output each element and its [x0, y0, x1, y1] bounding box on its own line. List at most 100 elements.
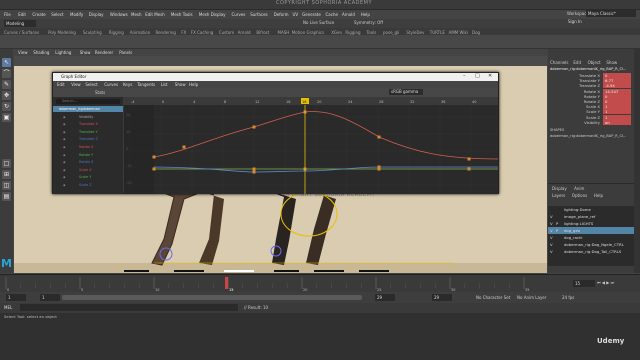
minimize-icon[interactable]: – — [463, 73, 466, 79]
shelf-tab-14[interactable]: Rigging — [345, 30, 360, 35]
move-tool-icon[interactable]: ✥ — [2, 91, 11, 100]
select-tool-icon[interactable]: ↖ — [2, 58, 11, 67]
graph-editor-menu-item-0[interactable]: Edit — [57, 82, 65, 87]
graph-editor-titlebar[interactable]: Graph Editor – □ ✕ — [53, 73, 498, 81]
outliner-channel-row[interactable]: ◉ Visibility — [53, 114, 123, 120]
eye-icon[interactable]: ◉ — [63, 152, 66, 158]
shelf-tab-4[interactable]: Animation — [130, 30, 150, 35]
outliner-channel-row[interactable]: ◉ Translate Z — [53, 136, 123, 142]
graph-editor-menu-item-8[interactable]: Help — [189, 82, 198, 87]
graph-area[interactable]: -4048121620242832364020100-10-2016 — [124, 97, 498, 194]
range-bar[interactable] — [62, 295, 362, 300]
eye-icon[interactable]: ◉ — [63, 174, 66, 180]
layout-two-icon[interactable]: ◫ — [2, 181, 11, 190]
layer-row[interactable]: Vimage_plane_ref — [548, 213, 634, 220]
live-surface-label[interactable]: No Live Surface — [303, 20, 334, 25]
shelf-tab-15[interactable]: Tools — [367, 30, 377, 35]
mel-label[interactable]: MEL — [4, 305, 12, 310]
current-frame-field[interactable]: 15 — [573, 280, 595, 287]
layer-editor-tab-0[interactable]: Display — [552, 186, 567, 191]
eye-icon[interactable]: ◉ — [63, 121, 66, 127]
range-end-field[interactable]: 29 — [375, 294, 395, 301]
layer-row[interactable]: Vdoberman_rig:Dog_Tail_CTRLS — [548, 248, 634, 255]
shelf-tab-8[interactable]: Custom — [219, 30, 234, 35]
layer-editor-menu-item-0[interactable]: Layers — [552, 193, 565, 198]
layout-side-icon[interactable]: ▤ — [2, 192, 11, 201]
shelf-tab-17[interactable]: StyleDev — [406, 30, 424, 35]
color-space-select[interactable]: sRGB gamma — [389, 89, 423, 95]
rotate-tool-icon[interactable]: ↻ — [2, 102, 11, 111]
layer-editor-menu-item-2[interactable]: Help — [594, 193, 603, 198]
layer-visibility-toggle[interactable]: V — [550, 227, 553, 234]
eye-icon[interactable]: ◉ — [63, 144, 66, 150]
layer-visibility-toggle[interactable]: V — [550, 241, 553, 248]
graph-editor-menu-item-4[interactable]: Keys — [123, 82, 132, 87]
main-menu-item-18[interactable]: Help — [361, 12, 370, 17]
shelf-tab-2[interactable]: Sculpting — [83, 30, 102, 35]
main-menu-item-2[interactable]: Create — [32, 12, 45, 17]
shelf-tab-11[interactable]: MASH — [278, 30, 290, 35]
layer-row[interactable]: lighting:Dome — [548, 206, 634, 213]
layer-visibility-toggle[interactable]: V — [550, 220, 553, 227]
shelf-tab-18[interactable]: TURTLE — [430, 30, 445, 35]
shelf-tab-12[interactable]: Motion Graphics — [292, 30, 325, 35]
shelf-tab-1[interactable]: Poly Modeling — [48, 30, 76, 35]
main-menu-item-0[interactable]: File — [4, 12, 11, 17]
graph-editor-menu-item-6[interactable]: List — [161, 82, 168, 87]
main-menu-item-13[interactable]: Deform — [274, 12, 289, 17]
channel-box-tab-0[interactable]: Channels — [550, 60, 569, 65]
layout-single-icon[interactable]: □ — [2, 159, 11, 168]
main-menu-item-11[interactable]: Curves — [232, 12, 246, 17]
outliner-channel-row[interactable]: ◉ Scale Z — [53, 182, 123, 188]
outliner-channel-row[interactable]: ◉ Translate Y — [53, 129, 123, 135]
workspace-select[interactable]: Maya Classic* — [586, 10, 636, 17]
eye-icon[interactable]: ◉ — [63, 114, 66, 120]
layer-visibility-toggle[interactable]: V — [550, 213, 553, 220]
graph-editor-menu-item-5[interactable]: Tangents — [137, 82, 155, 87]
shelf-tab-0[interactable]: Curves / Surfaces — [4, 30, 39, 35]
main-menu-item-15[interactable]: Generate — [302, 12, 321, 17]
layer-visibility-toggle[interactable]: V — [550, 234, 553, 241]
layer-playback-toggle[interactable]: P — [556, 227, 558, 234]
timeline-ruler[interactable]: 0 5 10 15 20 25 30 3515 — [4, 275, 584, 293]
shelf-tab-10[interactable]: Bifrost — [256, 30, 269, 35]
layer-editor-menu-item-1[interactable]: Options — [572, 193, 587, 198]
shelf-tab-7[interactable]: FX Caching — [191, 30, 213, 35]
range-start-field[interactable]: 1 — [6, 294, 26, 301]
layer-editor-tab-1[interactable]: Anim — [574, 186, 584, 191]
channel-box-tab-1[interactable]: Edit — [573, 60, 581, 65]
layer-row[interactable]: Vdog_rachi — [548, 234, 634, 241]
range-start2-field[interactable]: 1 — [40, 294, 60, 301]
outliner-channel-row[interactable]: ◉ Scale X — [53, 167, 123, 173]
outliner-channel-row[interactable]: ◉ Rotate X — [53, 144, 123, 150]
close-icon[interactable]: ✕ — [488, 73, 492, 79]
outliner-channel-row[interactable]: ◉ Rotate Y — [53, 152, 123, 158]
main-menu-item-7[interactable]: Mesh — [131, 12, 142, 17]
main-menu-item-3[interactable]: Select — [51, 12, 63, 17]
layer-visibility-toggle[interactable]: V — [550, 248, 553, 255]
graph-editor-menu-item-1[interactable]: View — [71, 82, 81, 87]
graph-editor-menu-item-2[interactable]: Select — [85, 82, 97, 87]
channel-box-tab-2[interactable]: Object — [588, 60, 601, 65]
shelf-tab-5[interactable]: Rendering — [156, 30, 176, 35]
graph-editor-menu-item-7[interactable]: Show — [175, 82, 186, 87]
channel-box-tab-3[interactable]: Show — [606, 60, 617, 65]
outliner-channel-row[interactable]: ◉ Translate X — [53, 121, 123, 127]
shelf-tab-3[interactable]: Rigging — [109, 30, 124, 35]
shelf-tab-20[interactable]: Dog — [472, 30, 480, 35]
paint-tool-icon[interactable]: ✎ — [2, 80, 11, 89]
main-menu-item-9[interactable]: Mesh Tools — [171, 12, 193, 17]
shelf-tab-6[interactable]: FX — [181, 30, 186, 35]
mode-select[interactable]: Modeling — [4, 20, 36, 27]
maximize-icon[interactable]: □ — [475, 73, 480, 79]
timeline[interactable]: 0 5 10 15 20 25 30 35 15 15 ⏮ ◀ ▶ ⏭ — [0, 274, 640, 292]
shelf-tab-19[interactable]: AMM Wiki — [449, 30, 468, 35]
outliner-search-input[interactable]: Search... — [56, 99, 120, 104]
shelf-tab-9[interactable]: Arnold — [238, 30, 251, 35]
fps-select[interactable]: 24 fps — [562, 295, 574, 300]
eye-icon[interactable]: ◉ — [63, 129, 66, 135]
shelf-tab-13[interactable]: XGen — [331, 30, 342, 35]
main-menu-item-10[interactable]: Mesh Display — [199, 12, 226, 17]
outliner-channel-row[interactable]: ◉ Rotate Z — [53, 159, 123, 165]
layer-playback-toggle[interactable]: P — [556, 220, 558, 227]
